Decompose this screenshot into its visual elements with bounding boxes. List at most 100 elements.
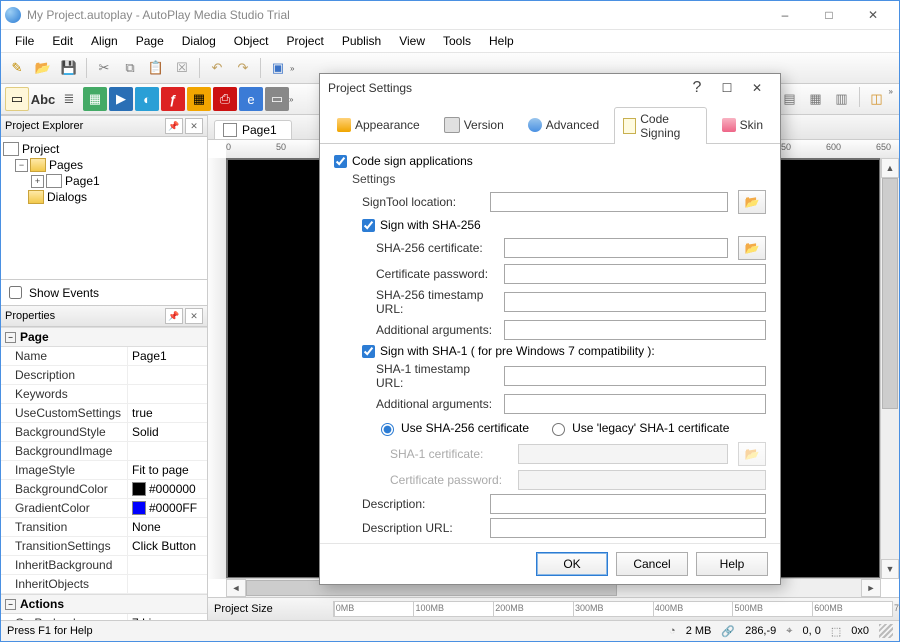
overflow-icon[interactable]: » — [290, 64, 294, 73]
prop-row[interactable]: UseCustomSettingstrue — [1, 404, 207, 423]
menu-page[interactable]: Page — [128, 32, 172, 50]
use-sha256-radio-row[interactable]: Use SHA-256 certificate — [376, 420, 529, 436]
scroll-right-icon[interactable]: ► — [861, 579, 881, 597]
obj-slideshow[interactable]: ▦ — [187, 87, 211, 111]
use-legacy-radio[interactable] — [552, 423, 565, 436]
code-sign-checkbox[interactable] — [334, 155, 347, 168]
obj-label[interactable]: Abc — [31, 87, 55, 111]
layout-button[interactable]: ◫ — [865, 87, 889, 111]
undo-button[interactable]: ↶ — [205, 56, 229, 80]
grid-button[interactable]: ▦ — [804, 87, 828, 111]
prop-row[interactable]: Keywords — [1, 385, 207, 404]
obj-image[interactable]: ▦ — [83, 87, 107, 111]
menu-tools[interactable]: Tools — [435, 32, 479, 50]
sha256-cert-input[interactable] — [504, 238, 728, 258]
description-url-input[interactable] — [490, 518, 766, 538]
tab-version[interactable]: Version — [435, 106, 513, 143]
scroll-left-icon[interactable]: ◄ — [226, 579, 246, 597]
obj-button-1[interactable]: ▭ — [5, 87, 29, 111]
resize-grip-icon[interactable] — [879, 624, 893, 638]
code-sign-checkbox-row[interactable]: Code sign applications — [334, 154, 766, 168]
menu-edit[interactable]: Edit — [44, 32, 81, 50]
sha256-checkbox[interactable] — [362, 219, 375, 232]
use-sha256-radio[interactable] — [381, 423, 394, 436]
obj-web[interactable]: e — [239, 87, 263, 111]
prop-row[interactable]: TransitionNone — [1, 518, 207, 537]
maximize-button[interactable]: □ — [807, 1, 851, 29]
project-tree[interactable]: Project −Pages +Page1 Dialogs — [1, 137, 207, 279]
use-legacy-radio-row[interactable]: Use 'legacy' SHA-1 certificate — [547, 420, 729, 436]
obj-xbutton[interactable]: ▭ — [265, 87, 289, 111]
prop-row[interactable]: ImageStyleFit to page — [1, 461, 207, 480]
prop-row[interactable]: BackgroundImage — [1, 442, 207, 461]
collapse-icon[interactable]: − — [15, 159, 28, 172]
menu-object[interactable]: Object — [226, 32, 277, 50]
tab-page1[interactable]: Page1 — [214, 120, 292, 139]
color-swatch[interactable] — [132, 482, 146, 496]
signtool-input[interactable] — [490, 192, 728, 212]
obj-quicktime[interactable]: ◐ — [135, 87, 159, 111]
obj-video[interactable]: ▶ — [109, 87, 133, 111]
description-input[interactable] — [490, 494, 766, 514]
prop-row[interactable]: BackgroundStyleSolid — [1, 423, 207, 442]
prop-row[interactable]: InheritObjects — [1, 575, 207, 594]
obj-pdf[interactable]: ⎙ — [213, 87, 237, 111]
cert-password-input[interactable] — [504, 264, 766, 284]
show-events-row[interactable]: Show Events — [1, 279, 207, 305]
grid2-button[interactable]: ▥ — [830, 87, 854, 111]
menu-view[interactable]: View — [391, 32, 433, 50]
tab-skin[interactable]: Skin — [713, 106, 772, 143]
ok-button[interactable]: OK — [536, 552, 608, 576]
sha256-ts-input[interactable] — [504, 292, 766, 312]
sha1-args-input[interactable] — [504, 394, 766, 414]
minimize-button[interactable]: – — [763, 1, 807, 29]
sha1-ts-input[interactable] — [504, 366, 766, 386]
overflow-icon[interactable]: » — [889, 87, 893, 111]
tree-page1[interactable]: +Page1 — [3, 173, 205, 189]
paste-button[interactable]: 📋 — [144, 56, 168, 80]
sha256-args-input[interactable] — [504, 320, 766, 340]
prop-row[interactable]: GradientColor#0000FF — [1, 499, 207, 518]
tab-advanced[interactable]: Advanced — [519, 106, 608, 143]
save-button[interactable]: 💾 — [57, 56, 81, 80]
scrollbar-vertical[interactable]: ▲ ▼ — [880, 158, 899, 579]
redo-button[interactable]: ↷ — [231, 56, 255, 80]
tab-appearance[interactable]: Appearance — [328, 106, 429, 143]
close-button[interactable]: ✕ — [851, 1, 895, 29]
properties-grid[interactable]: −Page NamePage1 Description Keywords Use… — [1, 327, 207, 620]
prop-row[interactable]: Description — [1, 366, 207, 385]
align-button[interactable]: ▤ — [778, 87, 802, 111]
menu-dialog[interactable]: Dialog — [174, 32, 224, 50]
scroll-up-icon[interactable]: ▲ — [881, 158, 899, 178]
publish-button[interactable]: ▣ — [266, 56, 290, 80]
cut-button[interactable]: ✂ — [92, 56, 116, 80]
new-button[interactable]: ✎ — [5, 56, 29, 80]
prop-row[interactable]: InheritBackground — [1, 556, 207, 575]
pin-icon[interactable]: 📌 — [165, 118, 183, 134]
scroll-down-icon[interactable]: ▼ — [881, 559, 899, 579]
pin-icon[interactable]: 📌 — [165, 308, 183, 324]
menu-file[interactable]: File — [7, 32, 42, 50]
menu-project[interactable]: Project — [278, 32, 331, 50]
menu-publish[interactable]: Publish — [334, 32, 389, 50]
prop-row[interactable]: TransitionSettingsClick Button — [1, 537, 207, 556]
browse-button[interactable]: 📂 — [738, 190, 766, 214]
dialog-close-button[interactable]: ✕ — [742, 77, 772, 99]
menu-help[interactable]: Help — [481, 32, 522, 50]
cancel-button[interactable]: Cancel — [616, 552, 688, 576]
obj-paragraph[interactable]: ≣ — [57, 87, 81, 111]
obj-flash[interactable]: ƒ — [161, 87, 185, 111]
prop-row[interactable]: NamePage1 — [1, 347, 207, 366]
group-actions[interactable]: −Actions — [1, 594, 207, 614]
sha1-checkbox-row[interactable]: Sign with SHA-1 ( for pre Windows 7 comp… — [362, 344, 766, 358]
browse-button[interactable]: 📂 — [738, 236, 766, 260]
show-events-checkbox[interactable] — [9, 286, 22, 299]
copy-button[interactable]: ⧉ — [118, 56, 142, 80]
open-button[interactable]: 📂 — [31, 56, 55, 80]
close-icon[interactable]: ✕ — [185, 308, 203, 324]
tab-code-signing[interactable]: Code Signing — [614, 107, 707, 144]
menu-align[interactable]: Align — [83, 32, 126, 50]
expand-icon[interactable]: + — [31, 175, 44, 188]
prop-row[interactable]: BackgroundColor#000000 — [1, 480, 207, 499]
sha256-checkbox-row[interactable]: Sign with SHA-256 — [362, 218, 766, 232]
